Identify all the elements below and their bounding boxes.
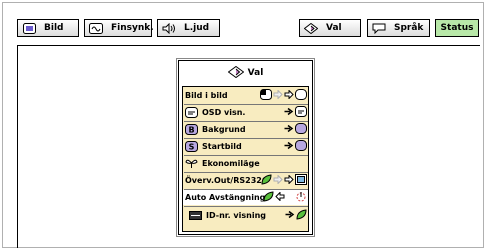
menu-item-id-display[interactable]: ID-nr. visning [185, 208, 308, 223]
tab-label: Finsynk. [111, 23, 154, 33]
menu-item-auto-power-off[interactable]: Auto Avstängning [183, 190, 308, 205]
arrow-right-icon [284, 89, 294, 101]
eco-leaf-icon [296, 209, 307, 222]
speaker-icon [162, 22, 176, 34]
tab-label: Status [440, 23, 474, 33]
id-display-icon [189, 210, 202, 221]
menu-item-startup-image[interactable]: S Startbild [185, 139, 308, 154]
svg-text:B: B [188, 126, 194, 135]
tab-status[interactable]: Status [435, 19, 479, 37]
arrow-right-icon [284, 141, 294, 152]
menu-item-label: Bild i bild [185, 91, 228, 100]
toggle-icon [295, 89, 307, 102]
eco-leaf-icon [261, 174, 272, 187]
menu-title: Val [247, 68, 264, 78]
tab-finsynk[interactable]: Finsynk. [84, 19, 154, 37]
menu-item-picture-in-picture[interactable]: Bild i bild [185, 88, 308, 103]
arrow-right-icon [285, 210, 295, 221]
menu-item-eco-mode: Ekonomiläge [185, 156, 308, 171]
startup-image-icon: S [185, 141, 198, 152]
tab-ljud[interactable]: L.jud [157, 19, 220, 37]
power-off-icon [295, 191, 307, 204]
menu-item-label: Överv.Out/RS232C [185, 176, 268, 185]
background-icon: B [185, 124, 198, 135]
options-icon [227, 65, 245, 81]
tab-label: Bild [44, 23, 64, 33]
menu-item-label: Bakgrund [202, 125, 246, 134]
arrow-right-icon [284, 124, 294, 135]
menu-item-background[interactable]: B Bakgrund [185, 122, 308, 137]
options-icon [304, 22, 318, 34]
fine-sync-icon [89, 22, 103, 34]
toggle-icon [295, 140, 307, 153]
tab-baseline [17, 45, 480, 46]
menu-item-monitor-out-rs232c[interactable]: Överv.Out/RS232C [185, 173, 308, 188]
menu-list: Bild i bild OSD visn. B Bakgrund S Start… [182, 86, 309, 232]
menu-item-osd-display[interactable]: OSD visn. [185, 105, 308, 120]
menu-item-label: ID-nr. visning [206, 211, 266, 220]
toggle-icon [295, 123, 307, 136]
tab-label: Val [326, 23, 342, 33]
options-menu: Val Bild i bild OSD visn. B Bakgrund S S… [176, 58, 315, 237]
svg-text:S: S [189, 143, 195, 152]
eco-leaf-icon [263, 191, 274, 204]
arrow-right-icon [284, 174, 294, 186]
menu-item-label: Startbild [202, 142, 242, 151]
menu-item-label: Auto Avstängning [185, 193, 266, 202]
tab-bild[interactable]: Bild [17, 19, 79, 37]
arrow-right-icon [284, 107, 294, 118]
eco-leaf-icon [185, 158, 198, 169]
menu-item-label: OSD visn. [202, 108, 246, 117]
left-frame-line [17, 45, 18, 248]
picture-icon [22, 22, 36, 34]
pip-on-icon [260, 89, 272, 102]
osd-icon [295, 106, 307, 119]
monitor-out-icon [295, 174, 307, 187]
tab-label: Språk [394, 23, 424, 33]
menu-header: Val [179, 61, 312, 85]
osd-icon [185, 107, 198, 118]
speech-bubble-icon [372, 22, 386, 34]
arrow-right-icon [273, 89, 283, 101]
tab-label: L.jud [184, 23, 210, 33]
arrow-left-icon [275, 191, 285, 203]
tab-val[interactable]: Val [299, 19, 361, 37]
arrow-right-icon [273, 174, 283, 186]
tab-sprak[interactable]: Språk [367, 19, 430, 37]
menu-item-label: Ekonomiläge [202, 159, 260, 168]
